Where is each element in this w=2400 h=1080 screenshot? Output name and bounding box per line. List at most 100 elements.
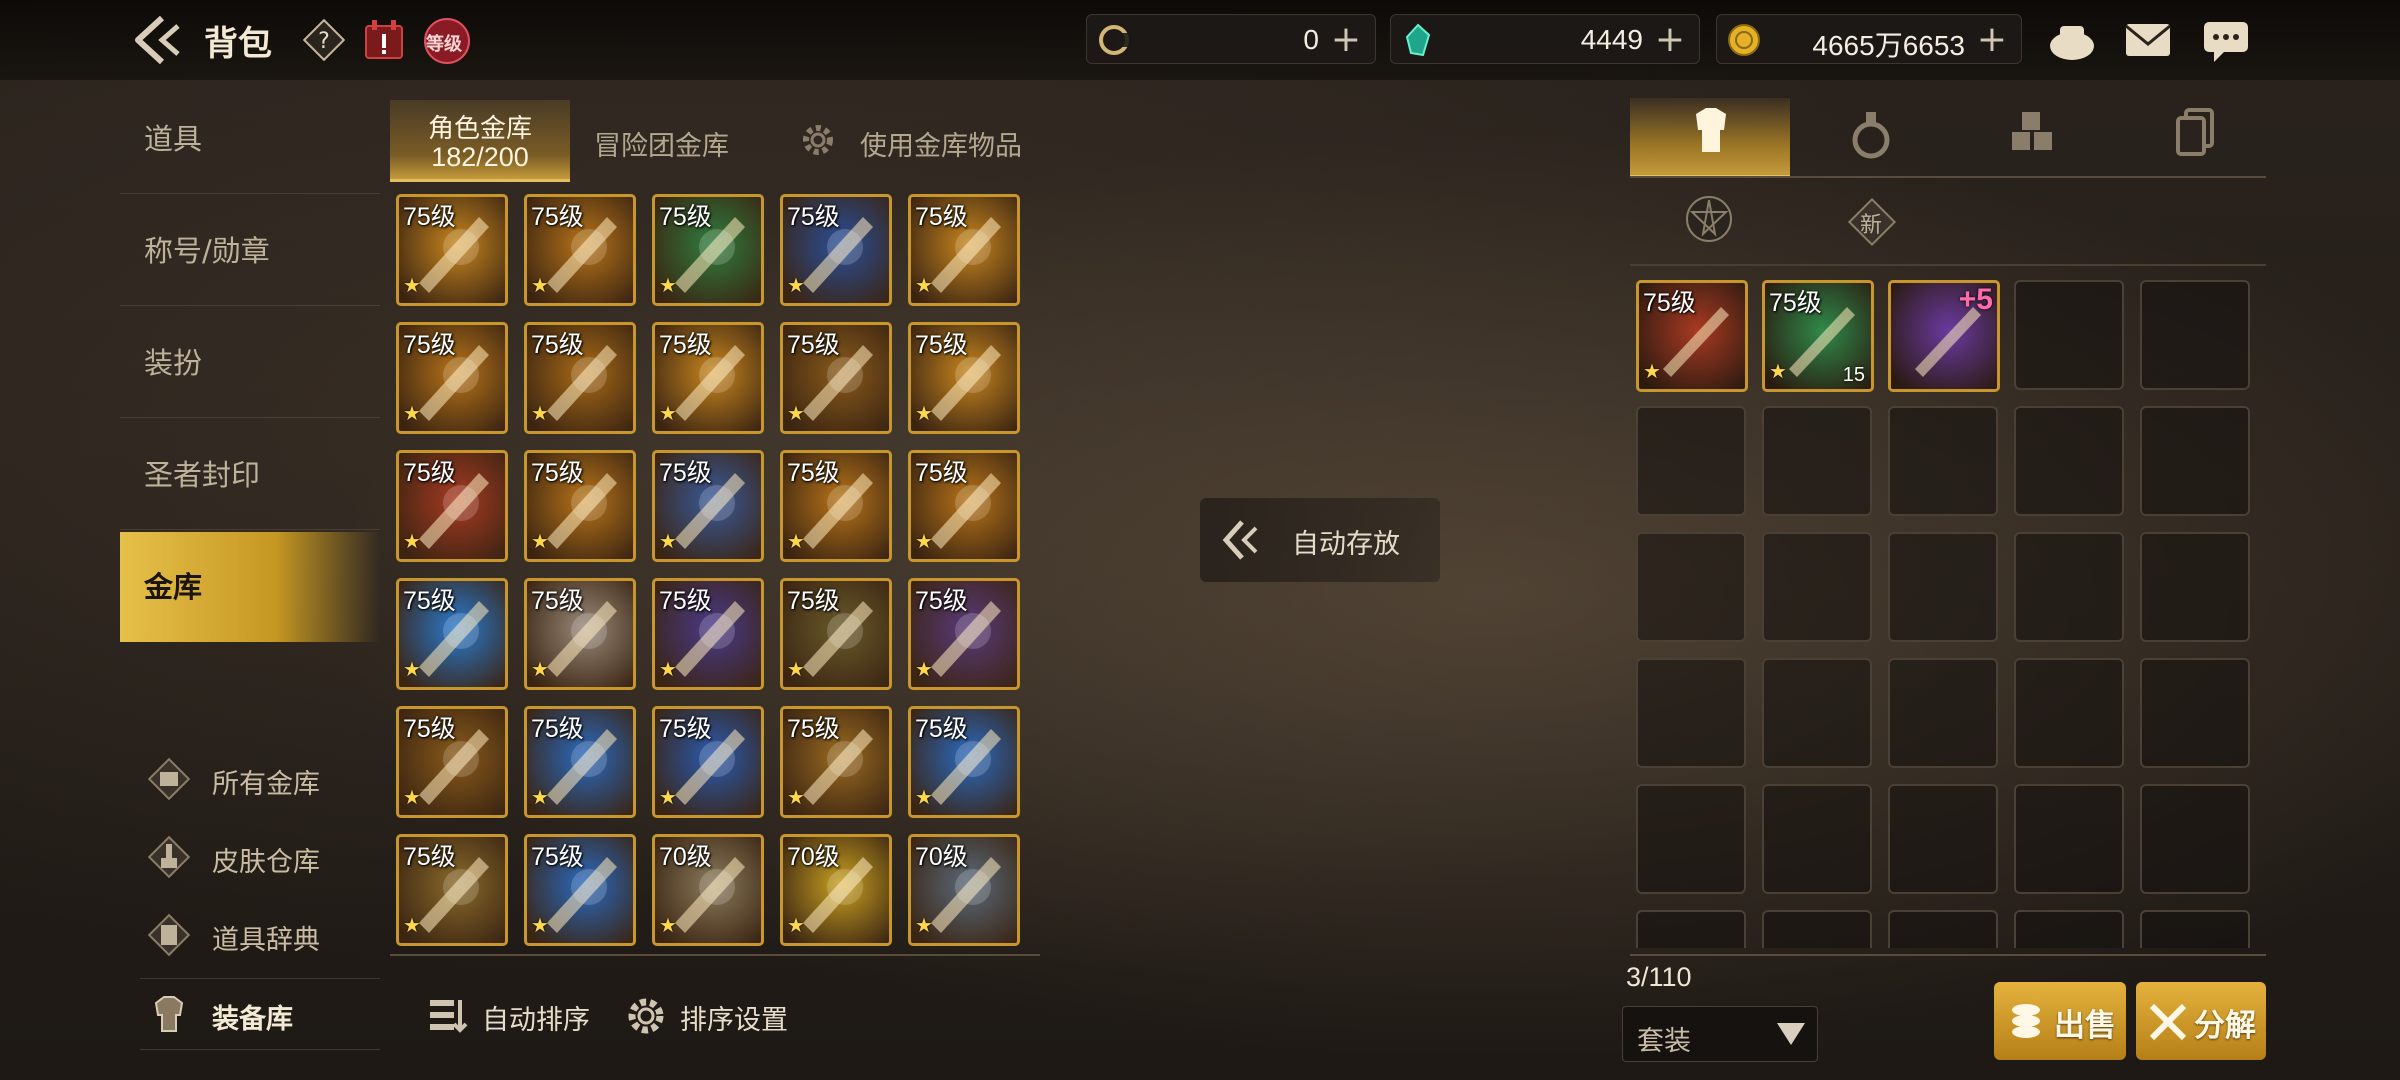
empty-inventory-slot[interactable]	[1636, 658, 1746, 768]
calendar-icon[interactable]	[362, 18, 406, 62]
storage-item-slot[interactable]: 75级 ★	[396, 706, 508, 818]
storage-item-slot[interactable]: 75级 ★	[780, 322, 892, 434]
empty-inventory-slot[interactable]	[1636, 910, 1746, 948]
storage-item-slot[interactable]: 75级 ★	[780, 578, 892, 690]
storage-item-slot[interactable]: 70级 ★	[652, 834, 764, 946]
pouch-icon[interactable]	[2046, 16, 2098, 64]
storage-item-slot[interactable]: 70级 ★	[780, 834, 892, 946]
disassemble-button[interactable]: 分解	[2136, 982, 2266, 1060]
sub-item-label: 所有金库	[212, 769, 320, 800]
storage-item-slot[interactable]: 75级 ★	[396, 834, 508, 946]
storage-item-slot[interactable]: 75级 ★	[652, 706, 764, 818]
empty-inventory-slot[interactable]	[1762, 784, 1872, 894]
empty-inventory-slot[interactable]	[1888, 784, 1998, 894]
storage-item-slot[interactable]: 75级 ★	[908, 322, 1020, 434]
storage-item-slot[interactable]: 75级 ★	[780, 194, 892, 306]
empty-inventory-slot[interactable]	[1636, 784, 1746, 894]
tab-materials[interactable]	[1954, 98, 2114, 178]
storage-item-slot[interactable]: 75级 ★	[908, 194, 1020, 306]
sub-item-equipment-storage[interactable]: 装备库	[140, 978, 380, 1050]
empty-inventory-slot[interactable]	[1888, 910, 1998, 948]
tab-character-storage[interactable]: 角色金库 182/200	[390, 100, 570, 182]
empty-inventory-slot[interactable]	[1762, 658, 1872, 768]
empty-inventory-slot[interactable]	[2014, 910, 2124, 948]
empty-inventory-slot[interactable]	[2014, 532, 2124, 642]
empty-inventory-slot[interactable]	[1636, 532, 1746, 642]
storage-item-slot[interactable]: 75级 ★	[780, 706, 892, 818]
crystal-add-button[interactable]: +	[1655, 19, 1685, 60]
storage-item-slot[interactable]: 75级 ★	[524, 322, 636, 434]
star-icon: ★	[915, 785, 933, 809]
auto-store-button[interactable]: 自动存放	[1200, 498, 1440, 582]
tab-cards[interactable]	[2116, 98, 2276, 178]
star-icon: ★	[659, 785, 677, 809]
storage-item-slot[interactable]: 70级 ★	[908, 834, 1020, 946]
sub-item-item-dictionary[interactable]: 道具辞典	[140, 900, 380, 972]
storage-item-slot[interactable]: 75级 ★	[524, 194, 636, 306]
empty-inventory-slot[interactable]	[1762, 532, 1872, 642]
inventory-item-slot[interactable]: 75级 ★	[1636, 280, 1748, 392]
storage-item-slot[interactable]: 75级 ★	[396, 322, 508, 434]
storage-item-slot[interactable]: 75级 ★	[908, 450, 1020, 562]
cera-add-button[interactable]: +	[1331, 19, 1361, 60]
help-icon[interactable]: ?	[302, 18, 346, 62]
new-items-filter[interactable]: 新	[1844, 194, 1900, 250]
empty-inventory-slot[interactable]	[1636, 406, 1746, 516]
sub-item-skin-storage[interactable]: 皮肤仓库	[140, 822, 380, 894]
auto-sort-button[interactable]: 自动排序	[424, 990, 604, 1040]
empty-inventory-slot[interactable]	[2140, 406, 2250, 516]
pentagram-icon[interactable]	[1684, 194, 1734, 244]
empty-inventory-slot[interactable]	[2140, 658, 2250, 768]
empty-inventory-slot[interactable]	[1888, 532, 1998, 642]
storage-item-slot[interactable]: 75级 ★	[524, 706, 636, 818]
gold-add-button[interactable]: +	[1977, 19, 2007, 60]
storage-item-slot[interactable]: 75级 ★	[524, 578, 636, 690]
empty-inventory-slot[interactable]	[2014, 658, 2124, 768]
filter-dropdown[interactable]: 套装	[1622, 1006, 1818, 1062]
sell-button[interactable]: 出售	[1994, 982, 2126, 1060]
empty-inventory-slot[interactable]	[2140, 784, 2250, 894]
item-level-label: 75级	[659, 459, 712, 487]
storage-item-slot[interactable]: 75级 ★	[780, 450, 892, 562]
star-icon: ★	[787, 529, 805, 553]
brush-icon	[147, 835, 191, 879]
storage-item-slot[interactable]: 75级 ★	[908, 706, 1020, 818]
storage-item-slot[interactable]: 75级 ★	[396, 194, 508, 306]
empty-inventory-slot[interactable]	[1762, 910, 1872, 948]
tab-guild-storage[interactable]: 冒险团金库	[586, 100, 756, 182]
level-badge-icon[interactable]: 等级	[422, 16, 472, 66]
back-arrow-icon[interactable]	[132, 14, 192, 66]
inventory-item-slot[interactable]: 75级 ★ 15	[1762, 280, 1874, 392]
empty-inventory-slot[interactable]	[1888, 658, 1998, 768]
chat-icon[interactable]	[2200, 16, 2252, 64]
empty-inventory-slot[interactable]	[1888, 406, 1998, 516]
storage-item-slot[interactable]: 75级 ★	[652, 578, 764, 690]
storage-item-slot[interactable]: 75级 ★	[524, 450, 636, 562]
empty-inventory-slot[interactable]	[2140, 280, 2250, 390]
empty-inventory-slot[interactable]	[2140, 910, 2250, 948]
inventory-item-slot[interactable]: +5	[1888, 280, 2000, 392]
empty-inventory-slot[interactable]	[1762, 406, 1872, 516]
empty-inventory-slot[interactable]	[2014, 784, 2124, 894]
sort-settings-button[interactable]: 排序设置	[624, 990, 804, 1040]
empty-inventory-slot[interactable]	[2014, 280, 2124, 390]
sidebar-item-seal[interactable]: 圣者封印	[120, 420, 380, 530]
tab-equipment[interactable]	[1630, 98, 1790, 178]
use-storage-items-button[interactable]: 使用金库物品	[794, 100, 1034, 182]
sidebar-item-titles[interactable]: 称号/勋章	[120, 196, 380, 306]
storage-item-slot[interactable]: 75级 ★	[396, 578, 508, 690]
storage-item-slot[interactable]: 75级 ★	[524, 834, 636, 946]
tab-consumables[interactable]	[1792, 98, 1952, 178]
sidebar-item-storage[interactable]: 金库	[120, 532, 380, 642]
storage-item-slot[interactable]: 75级 ★	[908, 578, 1020, 690]
storage-item-slot[interactable]: 75级 ★	[396, 450, 508, 562]
storage-item-slot[interactable]: 75级 ★	[652, 194, 764, 306]
sub-item-all-storage[interactable]: 所有金库	[140, 744, 380, 816]
mail-icon[interactable]	[2122, 16, 2174, 64]
empty-inventory-slot[interactable]	[2140, 532, 2250, 642]
sidebar-item-avatar[interactable]: 装扮	[120, 308, 380, 418]
sidebar-item-items[interactable]: 道具	[120, 84, 380, 194]
storage-item-slot[interactable]: 75级 ★	[652, 450, 764, 562]
empty-inventory-slot[interactable]	[2014, 406, 2124, 516]
storage-item-slot[interactable]: 75级 ★	[652, 322, 764, 434]
